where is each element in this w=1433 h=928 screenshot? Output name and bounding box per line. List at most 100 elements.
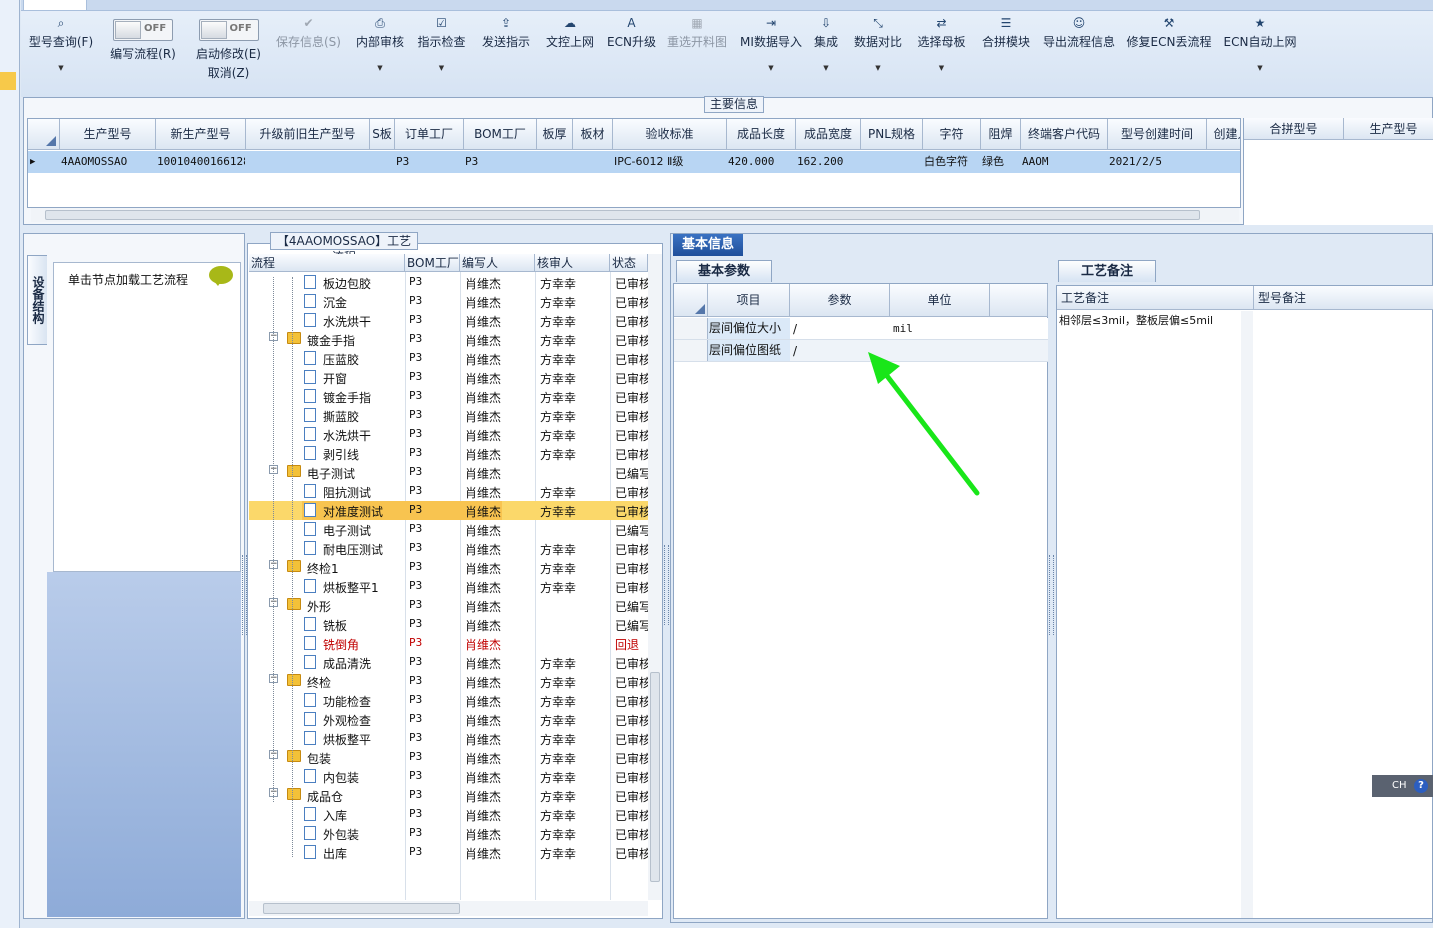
list-item[interactable]: − 外形 P3 肖维杰 已编写 — [249, 596, 648, 615]
list-item[interactable]: − 终检 P3 肖维杰 方幸幸 已审核 — [249, 672, 648, 691]
column-header[interactable]: 单位 — [890, 284, 990, 317]
list-item[interactable]: − 电子测试 P3 肖维杰 已编写 — [249, 463, 648, 482]
column-header[interactable]: 合拼型号 — [1244, 118, 1344, 140]
tab-basic-info[interactable]: 基本信息 — [673, 234, 743, 256]
table-row[interactable]: ▶层间偏位大小/mil — [674, 318, 1048, 340]
column-header[interactable]: 终端客户代码 — [1021, 119, 1108, 150]
table-cell[interactable] — [247, 151, 369, 173]
list-item[interactable]: 水洗烘干 P3 肖维杰 方幸幸 已审核 — [249, 311, 648, 330]
splitter-handle[interactable] — [1049, 555, 1054, 635]
list-item[interactable]: − 终检1 P3 肖维杰 方幸幸 已审核 — [249, 558, 648, 577]
ribbon-active-tab[interactable] — [23, 0, 87, 11]
list-item[interactable]: 铣板 P3 肖维杰 已编写 — [249, 615, 648, 634]
list-item[interactable]: 外观检查 P3 肖维杰 方幸幸 已审核 — [249, 710, 648, 729]
list-item[interactable]: 板边包胶 P3 肖维杰 方幸幸 已审核 — [249, 273, 648, 292]
list-item[interactable]: − 镀金手指 P3 肖维杰 方幸幸 已审核 — [249, 330, 648, 349]
column-header[interactable]: 成品长度 — [727, 119, 796, 150]
param-item[interactable]: 层间偏位大小 — [708, 318, 790, 339]
ribbon-button-printer[interactable]: ⎙ 内部审核 ▼ — [351, 12, 409, 82]
table-cell[interactable] — [574, 151, 612, 173]
list-item[interactable]: − 包装 P3 肖维杰 方幸幸 已审核 — [249, 748, 648, 767]
list-item[interactable]: 烘板整平1 P3 肖维杰 方幸幸 已审核 — [249, 577, 648, 596]
column-header[interactable]: 状态 — [610, 254, 648, 272]
ribbon-button-compress[interactable]: ⤡ 数据对比 ▼ — [849, 12, 907, 82]
tab-equipment-structure[interactable]: 设备结构 — [27, 255, 47, 345]
column-header[interactable]: BOM工厂 — [464, 119, 537, 150]
ribbon-button-import[interactable]: ⇥ MI数据导入 ▼ — [736, 12, 806, 82]
table-cell[interactable]: 420.000 — [728, 151, 795, 173]
chevron-down-icon[interactable]: ▼ — [736, 64, 806, 72]
column-header[interactable]: BOM工厂 — [405, 254, 460, 272]
table-cell[interactable]: 2021/2/5 — [1109, 151, 1206, 173]
list-item[interactable]: 沉金 P3 肖维杰 方幸幸 已审核 — [249, 292, 648, 311]
ribbon-button-download[interactable]: ⇩ 集成 ▼ — [811, 12, 841, 82]
column-header[interactable]: 创建人 — [1207, 119, 1240, 150]
table-cell[interactable]: 162.200 — [797, 151, 860, 173]
column-header[interactable]: S板 — [370, 119, 395, 150]
ribbon-button-wrench[interactable]: ⚒ 修复ECN丢流程 — [1124, 12, 1214, 82]
list-item[interactable]: 水洗烘干 P3 肖维杰 方幸幸 已审核 — [249, 425, 648, 444]
table-cell[interactable]: 4AAOMOSSAO — [61, 151, 155, 173]
column-header[interactable]: 生产型号 — [60, 119, 156, 150]
column-header[interactable]: 验收标准 — [613, 119, 727, 150]
column-header[interactable]: 项目 — [708, 284, 790, 317]
ribbon-button-toggle[interactable]: OFF 编写流程(R) — [103, 12, 183, 82]
chevron-down-icon[interactable]: ▼ — [1219, 64, 1301, 72]
ribbon-button-toggle[interactable]: OFF 启动修改(E) 取消(Z) — [186, 12, 271, 82]
list-item[interactable]: 入库 P3 肖维杰 方幸幸 已审核 — [249, 805, 648, 824]
toggle-switch[interactable]: OFF — [113, 19, 173, 41]
ribbon-button-image[interactable]: ▦ 重选开料图 — [661, 12, 733, 82]
splitter-handle[interactable] — [664, 545, 669, 625]
toggle-switch[interactable]: OFF — [198, 19, 259, 41]
list-item[interactable]: 剥引线 P3 肖维杰 方幸幸 已审核 — [249, 444, 648, 463]
column-header[interactable]: 工艺备注 — [1057, 286, 1254, 310]
ribbon-button-search[interactable]: ⌕ 型号查询(F) ▼ — [21, 12, 101, 82]
param-value[interactable]: / — [793, 344, 797, 358]
column-header[interactable]: 订单工厂 — [395, 119, 464, 150]
chevron-down-icon[interactable]: ▼ — [914, 64, 969, 72]
param-unit[interactable]: mil — [893, 322, 913, 335]
ribbon-button-upload[interactable]: ⇪ 发送指示 — [476, 12, 536, 82]
column-header[interactable]: 板材 — [573, 119, 613, 150]
list-item[interactable]: 镀金手指 P3 肖维杰 方幸幸 已审核 — [249, 387, 648, 406]
column-header[interactable]: PNL规格 — [861, 119, 923, 150]
ribbon-button-star[interactable]: ★ ECN自动上网 ▼ — [1219, 12, 1301, 82]
ribbon-button-list[interactable]: ☰ 合拼模块 — [976, 12, 1036, 82]
column-header[interactable]: 新生产型号 — [156, 119, 246, 150]
tab-process-notes[interactable]: 工艺备注 — [1058, 260, 1156, 282]
chevron-down-icon[interactable]: ▼ — [351, 64, 409, 72]
column-header[interactable]: 升级前旧生产型号 — [246, 119, 370, 150]
process-note-text[interactable]: 相邻层≤3mil，整板层偏≤5mil — [1059, 312, 1213, 328]
ribbon-button-checkbox[interactable]: ☑ 指示检查 ▼ — [414, 12, 469, 82]
column-header[interactable]: 板厚 — [537, 119, 573, 150]
column-header[interactable]: 流程 — [249, 254, 405, 272]
flow-horizontal-scrollbar[interactable] — [249, 901, 648, 916]
tab-basic-params[interactable]: 基本参数 — [676, 260, 772, 282]
list-item[interactable]: 功能检查 P3 肖维杰 方幸幸 已审核 — [249, 691, 648, 710]
table-cell[interactable] — [371, 151, 394, 173]
list-item[interactable]: 烘板整平 P3 肖维杰 方幸幸 已审核 — [249, 729, 648, 748]
chevron-down-icon[interactable]: ▼ — [414, 64, 469, 72]
ribbon-button-cloud-upload[interactable]: ☁ 文控上网 — [541, 12, 599, 82]
table-cell[interactable]: 绿色 — [982, 151, 1020, 173]
scroll-thumb[interactable] — [45, 210, 1200, 220]
list-item[interactable]: 撕蓝胶 P3 肖维杰 方幸幸 已审核 — [249, 406, 648, 425]
scroll-thumb[interactable] — [263, 903, 460, 914]
column-header[interactable]: 字符 — [923, 119, 981, 150]
list-item[interactable]: 成品清洗 P3 肖维杰 方幸幸 已审核 — [249, 653, 648, 672]
list-item[interactable]: 内包装 P3 肖维杰 方幸幸 已审核 — [249, 767, 648, 786]
list-item[interactable]: 电子测试 P3 肖维杰 已编写 — [249, 520, 648, 539]
list-item[interactable]: 耐电压测试 P3 肖维杰 方幸幸 已审核 — [249, 539, 648, 558]
table-cell[interactable] — [862, 151, 922, 173]
flow-vertical-scrollbar[interactable] — [648, 254, 662, 900]
list-item[interactable]: − 成品仓 P3 肖维杰 方幸幸 已审核 — [249, 786, 648, 805]
list-item[interactable]: 开窗 P3 肖维杰 方幸幸 已审核 — [249, 368, 648, 387]
list-item[interactable]: 对准度测试 P3 肖维杰 方幸幸 已审核 — [249, 501, 648, 520]
list-item[interactable]: 外包装 P3 肖维杰 方幸幸 已审核 — [249, 824, 648, 843]
chevron-down-icon[interactable]: ▼ — [849, 64, 907, 72]
table-cell[interactable]: P3 — [465, 151, 536, 173]
column-header[interactable]: 编写人 — [460, 254, 535, 272]
column-header[interactable]: 参数 — [790, 284, 890, 317]
column-header[interactable]: 阻焊 — [981, 119, 1021, 150]
list-item[interactable]: 铣倒角 P3 肖维杰 回退 — [249, 634, 648, 653]
